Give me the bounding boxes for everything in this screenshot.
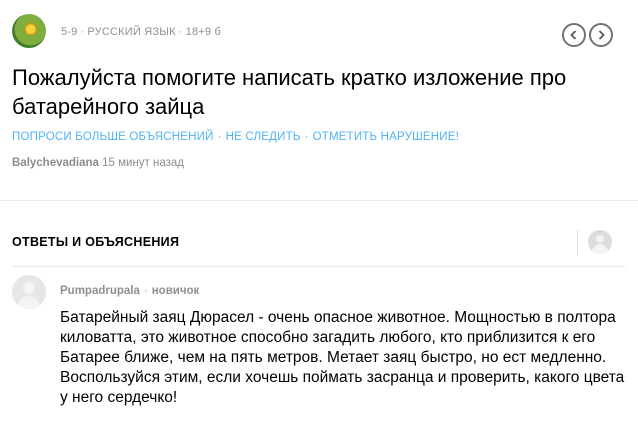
user-avatar-icon[interactable] [588,230,612,254]
question-header: 5-9 · РУССКИЙ ЯЗЫК · 18+9 б [12,14,626,54]
separator-dot: · [143,285,148,297]
question-actions: ПОПРОСИ БОЛЬШЕ ОБЪЯСНЕНИЙ · НЕ СЛЕДИТЬ · ОТМ… [12,131,459,143]
vertical-divider [577,230,578,256]
prev-question-button[interactable] [562,23,586,47]
question-author-line: Balychevadiana 15 минут назад [12,157,184,169]
avatar-head-shape [23,282,35,294]
divider [0,200,638,201]
unfollow-link[interactable]: НЕ СЛЕДИТЬ [226,131,301,143]
chevron-right-icon [598,30,605,40]
next-question-button[interactable] [589,23,613,47]
avatar-body-shape [18,296,40,309]
answers-heading: ОТВЕТЫ И ОБЪЯСНЕНИЯ [12,235,180,249]
answer-author-rank: новичок [151,285,200,297]
question-meta: 5-9 · РУССКИЙ ЯЗЫК · 18+9 б [61,26,221,38]
answer-author-name[interactable]: Pumpadrupala [60,285,140,297]
chevron-left-icon [570,30,577,40]
avatar-head-shape [596,235,604,243]
report-link[interactable]: ОТМЕТИТЬ НАРУШЕНИЕ! [313,131,459,143]
question-title: Пожалуйста помогите написать кратко изло… [12,65,567,119]
question-author-avatar[interactable] [12,14,46,48]
answer-author-line: Pumpadrupala · новичок [60,285,199,297]
separator-dot: · [217,131,222,143]
grade-label[interactable]: 5-9 [61,26,78,38]
separator-dot: · [304,131,309,143]
points-label: 18+9 б [185,26,221,38]
ask-more-link[interactable]: ПОПРОСИ БОЛЬШЕ ОБЪЯСНЕНИЙ [12,131,214,143]
divider [12,266,626,267]
answer-text: Батарейный заяц Дюрасел - очень опасное … [60,309,625,406]
question-author-name[interactable]: Balychevadiana [12,157,99,169]
answer-author-avatar[interactable] [12,275,46,309]
subject-label[interactable]: РУССКИЙ ЯЗЫК [87,26,175,38]
question-time: 15 минут назад [102,157,185,169]
separator-dot: · [80,26,85,38]
separator-dot: · [178,26,183,38]
avatar-body-shape [592,244,608,254]
